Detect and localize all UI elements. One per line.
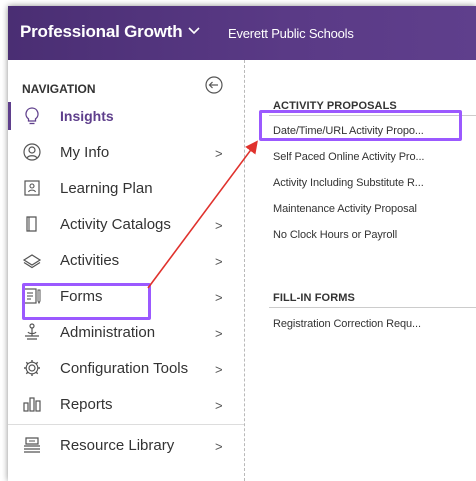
nav-header: NAVIGATION bbox=[22, 82, 96, 96]
nav-list: Insights My Info > Learning Plan Activit… bbox=[8, 98, 244, 463]
nav-item-reports[interactable]: Reports > bbox=[8, 386, 244, 422]
chevron-right-icon: > bbox=[215, 398, 223, 413]
nav-divider bbox=[8, 424, 244, 425]
section-title-fill-in-forms: FILL-IN FORMS bbox=[273, 292, 355, 304]
nav-item-label: Learning Plan bbox=[60, 180, 153, 197]
form-link[interactable]: Maintenance Activity Proposal bbox=[273, 203, 417, 215]
nav-item-label: Administration bbox=[60, 324, 156, 341]
nav-item-label: Reports bbox=[60, 396, 113, 413]
nav-item-activity-catalogs[interactable]: Activity Catalogs > bbox=[8, 206, 244, 242]
activities-icon bbox=[22, 254, 42, 269]
library-icon bbox=[24, 437, 40, 453]
chevron-right-icon: > bbox=[215, 218, 223, 233]
nav-item-label: Insights bbox=[60, 108, 114, 124]
chevron-right-icon: > bbox=[215, 254, 223, 269]
nav-item-label: Configuration Tools bbox=[60, 360, 189, 377]
chevron-right-icon: > bbox=[215, 439, 223, 454]
nav-item-administration[interactable]: Administration > bbox=[8, 314, 244, 350]
collapse-sidebar-icon[interactable] bbox=[204, 75, 224, 95]
forms-panel: ACTIVITY PROPOSALS Date/Time/URL Activit… bbox=[245, 60, 476, 481]
nav-item-insights[interactable]: Insights bbox=[8, 98, 244, 134]
form-link[interactable]: No Clock Hours or Payroll bbox=[273, 229, 397, 241]
app-switcher-title[interactable]: Professional Growth bbox=[20, 22, 183, 42]
form-link[interactable]: Self Paced Online Activity Pro... bbox=[273, 151, 424, 163]
nav-item-my-info[interactable]: My Info > bbox=[8, 134, 244, 170]
chevron-right-icon: > bbox=[215, 146, 223, 161]
form-link[interactable]: Date/Time/URL Activity Propo... bbox=[273, 125, 424, 137]
chevron-right-icon: > bbox=[215, 362, 223, 377]
learning-plan-icon bbox=[24, 180, 40, 196]
lightbulb-icon bbox=[25, 107, 39, 125]
chevron-right-icon: > bbox=[215, 290, 223, 305]
app-window: Professional Growth Everett Public Schoo… bbox=[8, 6, 476, 481]
top-bar: Professional Growth Everett Public Schoo… bbox=[8, 6, 476, 60]
gear-icon bbox=[24, 360, 40, 376]
divider bbox=[269, 307, 476, 308]
section-title-activity-proposals: ACTIVITY PROPOSALS bbox=[273, 100, 397, 112]
nav-item-label: My Info bbox=[60, 144, 110, 161]
nav-item-activities[interactable]: Activities > bbox=[8, 242, 244, 278]
form-link[interactable]: Activity Including Substitute R... bbox=[273, 177, 424, 189]
chevron-down-icon[interactable] bbox=[186, 22, 202, 40]
form-link[interactable]: Registration Correction Requ... bbox=[273, 318, 421, 330]
nav-item-resource-library[interactable]: Resource Library > bbox=[8, 427, 244, 463]
administration-icon bbox=[25, 323, 39, 340]
nav-item-label: Forms bbox=[60, 288, 103, 305]
chevron-right-icon: > bbox=[215, 326, 223, 341]
nav-item-configuration-tools[interactable]: Configuration Tools > bbox=[8, 350, 244, 386]
user-circle-icon bbox=[23, 143, 41, 161]
nav-item-learning-plan[interactable]: Learning Plan bbox=[8, 170, 244, 206]
forms-icon bbox=[23, 288, 41, 305]
reports-icon bbox=[23, 397, 41, 412]
divider bbox=[269, 115, 476, 116]
organization-name: Everett Public Schools bbox=[228, 26, 354, 41]
sidebar: NAVIGATION Insights My Info > Learning P… bbox=[8, 60, 245, 481]
nav-item-label: Resource Library bbox=[60, 437, 175, 454]
nav-item-label: Activity Catalogs bbox=[60, 216, 171, 233]
nav-item-label: Activities bbox=[60, 252, 120, 269]
catalog-icon bbox=[26, 216, 37, 232]
nav-item-forms[interactable]: Forms > bbox=[8, 278, 244, 314]
